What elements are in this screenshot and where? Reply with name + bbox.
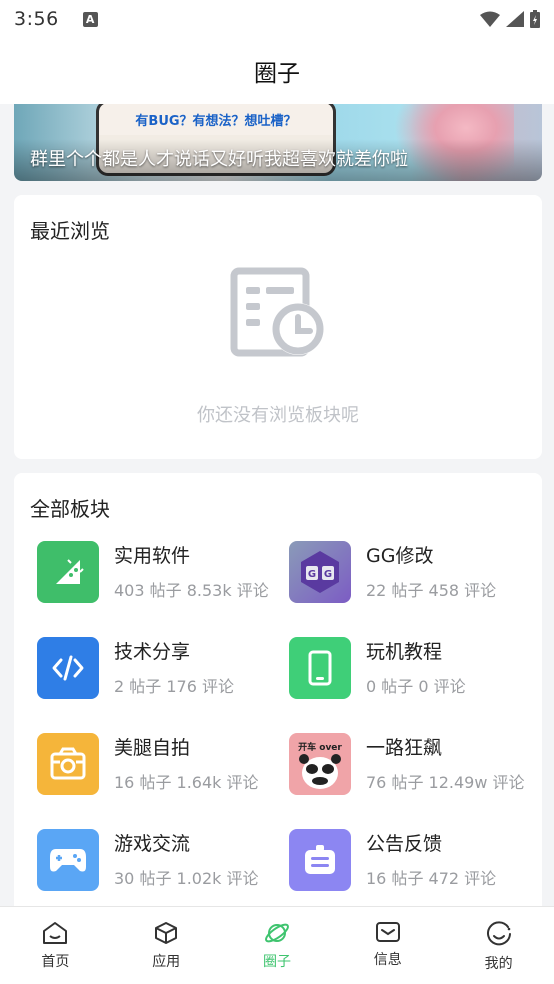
svg-text:G: G	[308, 569, 316, 580]
gg-logo-icon: GG	[289, 541, 351, 603]
feedback-icon	[289, 829, 351, 891]
header: 圈子	[0, 38, 554, 104]
empty-state-text: 你还没有浏览板块呢	[197, 405, 359, 426]
battery-icon	[530, 10, 540, 28]
section-title: 全部板块	[30, 497, 110, 521]
page-title: 圈子	[254, 61, 300, 87]
planet-icon	[265, 923, 289, 943]
recent-section: 最近浏览 你还没有浏览板块呢	[14, 195, 542, 459]
nav-circle[interactable]: 圈子	[222, 907, 333, 984]
nav-apps[interactable]: 应用	[111, 907, 222, 984]
board-stats: 403 帖子 8.53k 评论	[114, 581, 269, 600]
board-item[interactable]: 玩机教程 0 帖子 0 评论	[289, 633, 539, 703]
section-title: 最近浏览	[30, 219, 110, 243]
board-name: GG修改	[366, 545, 434, 567]
board-item[interactable]: 公告反馈 16 帖子 472 评论	[289, 825, 539, 895]
smile-icon	[486, 921, 511, 946]
board-item[interactable]: 技术分享 2 帖子 176 评论	[37, 633, 287, 703]
status-bar: 3:56 A	[0, 0, 554, 38]
nav-label: 首页	[41, 954, 70, 970]
board-name: 实用软件	[114, 545, 191, 567]
notification-icon: A	[82, 11, 98, 27]
wifi-icon	[480, 11, 500, 27]
nav-label: 圈子	[262, 954, 291, 970]
document-clock-icon	[230, 267, 324, 357]
board-stats: 0 帖子 0 评论	[366, 677, 466, 696]
board-stats: 30 帖子 1.02k 评论	[114, 869, 259, 888]
nav-label: 信息	[373, 952, 402, 968]
svg-text:G: G	[324, 569, 332, 580]
banner-card-text: 有BUG？有想法？想吐槽？	[135, 113, 297, 129]
banner-carousel[interactable]: 有BUG？有想法？想吐槽？ 群里个个都是人才说话又好听我超喜欢就差你啦	[14, 104, 542, 181]
phone-icon	[289, 637, 351, 699]
board-stats: 22 帖子 458 评论	[366, 581, 497, 600]
signal-icon	[506, 11, 524, 27]
board-name: 一路狂飙	[366, 737, 443, 759]
android-icon	[37, 541, 99, 603]
board-name: 美腿自拍	[114, 737, 191, 759]
banner-caption: 群里个个都是人才说话又好听我超喜欢就差你啦	[30, 149, 408, 170]
nav-messages[interactable]: 信息	[332, 907, 443, 984]
status-time: 3:56	[14, 8, 59, 30]
meme-caption: 开车 over	[298, 742, 342, 753]
board-name: 游戏交流	[114, 833, 191, 855]
board-stats: 76 帖子 12.49w 评论	[366, 773, 525, 792]
board-name: 技术分享	[114, 641, 191, 663]
camera-icon	[37, 733, 99, 795]
board-stats: 16 帖子 472 评论	[366, 869, 497, 888]
cube-icon	[155, 922, 178, 944]
bottom-nav: 首页 应用 圈子 信息 我的	[0, 906, 554, 984]
nav-label: 应用	[152, 954, 181, 970]
board-item[interactable]: GG GG修改 22 帖子 458 评论	[289, 537, 539, 607]
board-item[interactable]: 游戏交流 30 帖子 1.02k 评论	[37, 825, 287, 895]
board-stats: 2 帖子 176 评论	[114, 677, 234, 696]
board-name: 公告反馈	[366, 833, 443, 855]
all-boards-section: 全部板块 实用软件 403 帖子 8.53k 评论 GG GG修改 22 帖子 …	[14, 473, 542, 913]
status-icons	[480, 10, 540, 28]
board-item[interactable]: 开车 over 一路狂飙 76 帖子 12.49w 评论	[289, 729, 539, 799]
board-item[interactable]: 美腿自拍 16 帖子 1.64k 评论	[37, 729, 287, 799]
board-stats: 16 帖子 1.64k 评论	[114, 773, 259, 792]
code-icon	[37, 637, 99, 699]
home-icon	[43, 922, 68, 944]
mail-icon	[375, 922, 400, 942]
panda-meme-icon: 开车 over	[289, 733, 351, 795]
board-item[interactable]: 实用软件 403 帖子 8.53k 评论	[37, 537, 287, 607]
nav-label: 我的	[484, 956, 513, 972]
nav-home[interactable]: 首页	[0, 907, 111, 984]
nav-profile[interactable]: 我的	[443, 907, 554, 984]
board-name: 玩机教程	[366, 641, 443, 663]
gamepad-icon	[37, 829, 99, 891]
